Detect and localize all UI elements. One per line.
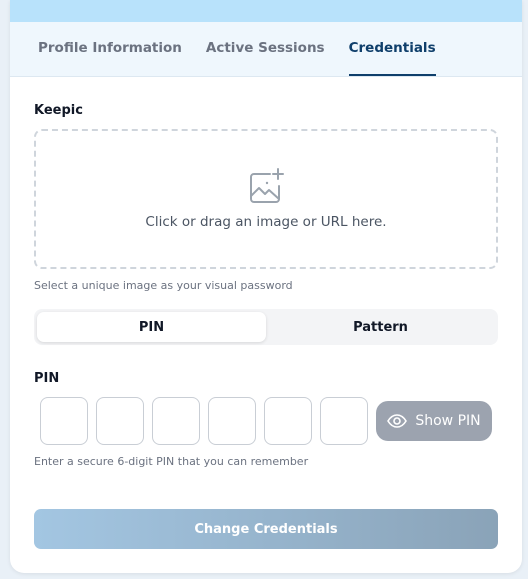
keepic-label: Keepic — [34, 103, 83, 118]
add-image-icon — [250, 168, 284, 203]
keepic-hint: Select a unique image as your visual pas… — [34, 279, 293, 292]
pin-digit-3[interactable] — [152, 397, 200, 445]
pin-hint: Enter a secure 6-digit PIN that you can … — [34, 455, 309, 468]
pattern-mode-option[interactable]: Pattern — [266, 312, 495, 342]
pin-digit-6[interactable] — [320, 397, 368, 445]
eye-icon — [387, 414, 408, 428]
change-credentials-button[interactable]: Change Credentials — [34, 509, 498, 549]
pin-label: PIN — [34, 371, 60, 386]
pin-digit-2[interactable] — [96, 397, 144, 445]
show-pin-label: Show PIN — [415, 413, 481, 429]
top-accent-bar — [10, 0, 522, 22]
show-pin-button[interactable]: Show PIN — [376, 401, 492, 441]
dropzone-text: Click or drag an image or URL here. — [145, 214, 387, 230]
image-dropzone[interactable]: Click or drag an image or URL here. — [34, 129, 498, 269]
pin-digit-1[interactable] — [40, 397, 88, 445]
pin-mode-option[interactable]: PIN — [37, 312, 266, 342]
credentials-card: Profile Information Active Sessions Cred… — [10, 0, 522, 573]
tab-active-sessions[interactable]: Active Sessions — [206, 22, 325, 77]
tab-bar: Profile Information Active Sessions Cred… — [10, 22, 522, 77]
pin-digit-4[interactable] — [208, 397, 256, 445]
pin-digit-5[interactable] — [264, 397, 312, 445]
tab-credentials[interactable]: Credentials — [348, 22, 436, 77]
tab-profile-information[interactable]: Profile Information — [38, 22, 182, 77]
mode-toggle: PIN Pattern — [34, 309, 498, 345]
